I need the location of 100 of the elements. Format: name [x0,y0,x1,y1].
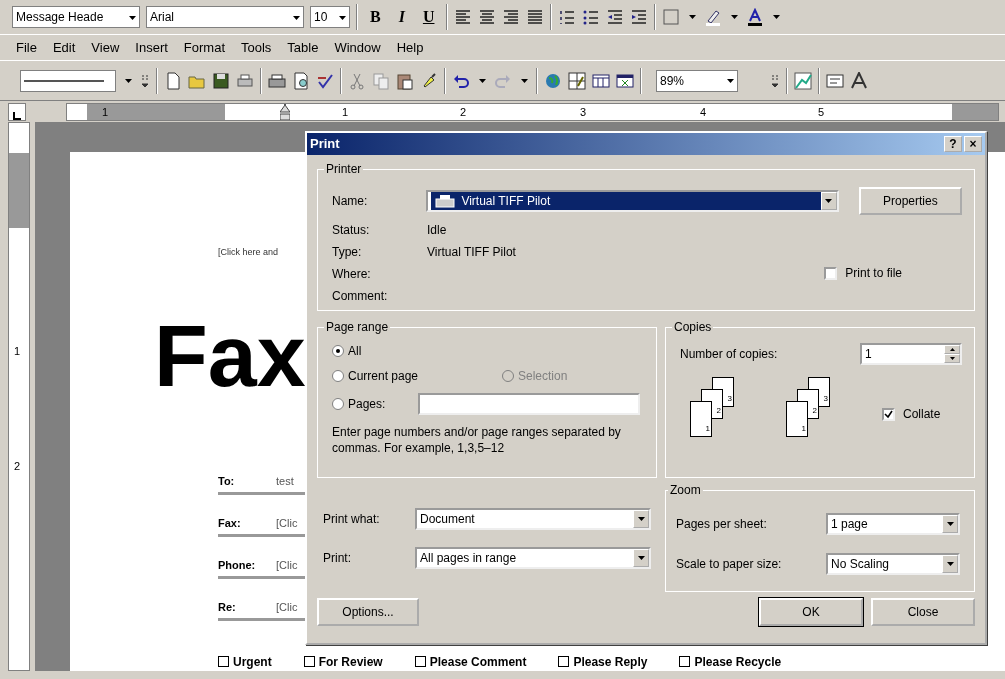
checkbox[interactable] [218,656,229,668]
field-value: [Clic [276,600,298,616]
clipboard-icon[interactable] [396,71,414,90]
numbered-list-icon[interactable] [558,8,577,26]
highlighter-icon[interactable] [704,8,723,26]
field-label: Number of copies: [680,346,779,363]
dropdown-arrow-icon[interactable] [946,562,954,566]
bold-button[interactable]: B [364,9,387,25]
placeholder-field[interactable]: [Click here and [218,246,279,260]
field-label: Scale to paper size: [676,556,783,573]
justify-icon[interactable] [526,8,545,26]
radio-button[interactable] [332,345,344,357]
new-document-icon[interactable] [164,71,182,90]
printer-icon [435,194,458,208]
checkbox-label: Print to file [845,265,902,282]
menu-item[interactable]: File [14,37,39,58]
drawing-shapes-icon[interactable] [794,71,812,90]
text-box-icon[interactable] [826,71,844,90]
line-style-dropdown[interactable] [20,69,116,92]
dropdown-arrow-icon[interactable] [520,78,528,83]
spin-down-icon[interactable] [949,357,955,360]
dropdown-arrow-icon[interactable] [946,522,954,526]
dialog-title: Print [310,135,341,154]
globe-icon[interactable] [544,71,562,90]
dropdown-arrow-icon[interactable] [727,79,734,84]
style-dropdown[interactable]: Message Heade [12,6,140,28]
dropdown-arrow-icon[interactable] [637,556,645,560]
menu-item[interactable]: Tools [239,37,274,58]
tab-stop-selector[interactable] [8,102,26,121]
decrease-indent-icon[interactable] [606,8,625,26]
radio-button[interactable] [332,370,344,382]
menu-item[interactable]: Edit [50,37,78,58]
spreadsheet-icon[interactable] [616,71,634,90]
underline-button[interactable]: U [416,9,441,25]
font-size-dropdown[interactable]: 10 [310,6,350,28]
dropdown-arrow-icon[interactable] [637,517,645,521]
indent-marker-icon[interactable] [280,103,290,120]
printer-name-dropdown[interactable]: Virtual TIFF Pilot [426,190,839,212]
menu-item[interactable]: Insert [133,37,170,58]
print-preview-icon[interactable] [292,71,310,90]
pages-per-sheet-dropdown[interactable]: 1 page [826,513,960,535]
ruler-number: 1 [14,344,21,359]
dropdown-arrow-icon[interactable] [124,78,132,83]
font-color-icon[interactable] [746,8,765,26]
checkbox[interactable] [558,656,570,668]
checkbox[interactable] [303,656,315,668]
properties-button[interactable]: Properties [858,187,962,215]
copies-spin-field[interactable]: 1 [860,343,962,365]
close-button[interactable]: × [964,136,982,152]
dropdown-arrow-icon[interactable] [478,78,486,83]
help-button[interactable]: ? [944,136,962,152]
radio-label: Current page [348,368,419,385]
checkbox-label: Please Recycle [694,654,782,670]
radio-label: Selection [518,368,568,385]
letter-a-icon[interactable] [850,71,868,90]
dropdown-arrow-icon[interactable] [730,15,738,19]
print-what-dropdown[interactable]: Document [415,508,651,530]
dropdown-arrow-icon[interactable] [129,15,136,20]
dropdown-arrow-icon[interactable] [825,199,833,203]
field-label: Print: [323,550,352,567]
spin-up-icon[interactable] [949,348,955,351]
menu-item[interactable]: Window [332,37,383,58]
info-label: Status: [332,222,371,239]
table-grid-icon[interactable] [592,71,610,90]
options-button[interactable]: Options... [317,598,419,626]
menu-item[interactable]: Table [285,37,321,58]
dropdown-arrow-icon[interactable] [772,15,780,19]
bullet-list-icon[interactable] [582,8,601,26]
group-label: Page range [325,321,390,333]
ruler-margin [952,103,998,120]
checkbox[interactable] [414,656,426,668]
print-dropdown[interactable]: All pages in range [415,547,651,569]
group-label: Printer [325,163,363,175]
info-value: Idle [427,222,447,239]
dropdown-arrow-icon[interactable] [339,15,346,20]
checkbox[interactable] [679,656,691,668]
zoom-dropdown[interactable]: 89% [656,69,738,92]
close-button[interactable]: Close [871,598,975,626]
dropdown-arrow-icon[interactable] [688,15,696,19]
menu-item[interactable]: Help [394,37,426,58]
radio-button[interactable] [332,398,344,410]
ruler-number: 2 [14,459,21,474]
field-label: Name: [332,193,369,210]
ok-button[interactable]: OK [759,598,863,626]
scale-dropdown[interactable]: No Scaling [826,553,960,575]
align-left-icon[interactable] [454,8,473,26]
printer-icon[interactable] [268,71,286,90]
table-pencil-icon[interactable] [568,71,586,90]
menu-item[interactable]: Format [181,37,227,58]
pages-input-field[interactable] [418,393,640,415]
italic-button[interactable]: I [392,9,411,25]
align-right-icon[interactable] [502,8,521,26]
menu-item[interactable]: View [89,37,122,58]
field-value: [Clic [276,558,298,574]
font-dropdown[interactable]: Arial [146,6,304,28]
dropdown-arrow-icon[interactable] [293,15,300,20]
ruler-number: 1 [342,104,349,119]
field-label: Pages per sheet: [676,516,768,533]
align-center-icon[interactable] [478,8,497,26]
increase-indent-icon[interactable] [630,8,649,26]
